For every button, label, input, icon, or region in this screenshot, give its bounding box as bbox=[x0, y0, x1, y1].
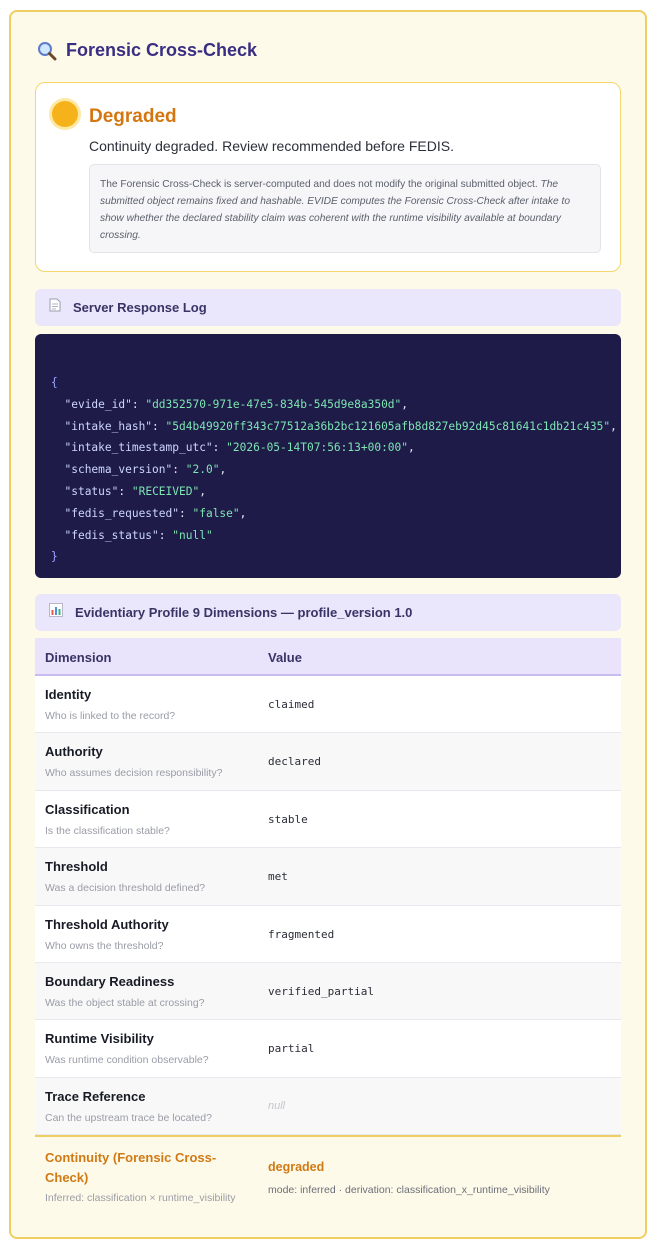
forensic-cross-check-card: Forensic Cross-Check Degraded Continuity… bbox=[9, 10, 647, 1239]
dimension-name: Identity bbox=[45, 687, 92, 702]
dimension-value: claimed bbox=[268, 698, 315, 711]
document-icon bbox=[49, 298, 61, 317]
dimension-value: declared bbox=[268, 755, 321, 769]
dimension-name: Threshold Authority bbox=[45, 916, 169, 932]
magnifier-icon bbox=[37, 41, 57, 61]
dimension-question: Can the upstream trace be located? bbox=[45, 1111, 212, 1124]
dimension-name: Boundary Readiness bbox=[45, 973, 175, 989]
status-dot-icon bbox=[52, 101, 78, 127]
table-row: Authority Who assumes decision responsib… bbox=[35, 733, 621, 791]
code-line: "fedis_status": "null" bbox=[64, 528, 213, 542]
server-response-code: { "evide_id": "dd352570-971e-47e5-834b-5… bbox=[35, 334, 621, 578]
code-line: "intake_timestamp_utc": "2026-05-14T07:5… bbox=[64, 441, 415, 455]
dimension-question: Who owns the threshold? bbox=[45, 939, 164, 952]
dimension-name: Authority bbox=[45, 744, 103, 760]
table-row: Runtime Visibility Was runtime condition… bbox=[35, 1020, 621, 1078]
dimension-question: Is the classification stable? bbox=[45, 824, 170, 837]
continuity-value: degraded bbox=[268, 1160, 325, 1175]
dimension-name: Runtime Visibility bbox=[45, 1031, 154, 1047]
continuity-mode: mode: inferred · derivation: classificat… bbox=[268, 1184, 550, 1197]
table-row: Threshold Authority Who owns the thresho… bbox=[35, 905, 621, 963]
dimension-question: Who is linked to the record? bbox=[45, 710, 176, 722]
status-panel: Degraded Continuity degraded. Review rec… bbox=[35, 82, 621, 272]
column-header-dimension: Dimension bbox=[45, 650, 112, 665]
table-row: Threshold Was a decision threshold defin… bbox=[35, 848, 621, 906]
dimension-question: Who assumes decision responsibility? bbox=[45, 767, 223, 780]
dimension-value: verified_partial bbox=[268, 984, 374, 998]
dimension-value: stable bbox=[268, 812, 308, 826]
server-log-header[interactable]: Server Response Log bbox=[35, 289, 621, 326]
dimension-value: partial bbox=[268, 1042, 315, 1056]
code-line: "status": "RECEIVED", bbox=[64, 484, 206, 498]
profile-title: Evidentiary Profile 9 Dimensions — profi… bbox=[75, 605, 413, 620]
continuity-inferred: Inferred: classification × runtime_visib… bbox=[45, 1192, 236, 1205]
dimension-name: Threshold bbox=[45, 859, 108, 875]
title-row: Forensic Cross-Check bbox=[37, 40, 257, 61]
dimension-value: met bbox=[268, 870, 288, 884]
profile-table: Dimension Value Identity Who is linked t… bbox=[35, 638, 621, 1213]
code-close-brace: } bbox=[51, 550, 58, 564]
dimension-question: Was runtime condition observable? bbox=[45, 1054, 209, 1067]
dimension-value: null bbox=[268, 1099, 286, 1112]
code-line: "intake_hash": "5d4b49920ff343c77512a36b… bbox=[64, 419, 617, 433]
note-line: The Forensic Cross-Check is server-compu… bbox=[100, 179, 538, 190]
table-header: Dimension Value bbox=[35, 638, 621, 676]
server-log-title: Server Response Log bbox=[73, 300, 207, 315]
status-summary: Continuity degraded. Review recommended … bbox=[89, 138, 454, 154]
code-line: "fedis_requested": "false", bbox=[64, 506, 247, 520]
status-label: Degraded bbox=[89, 106, 177, 127]
bar-chart-icon bbox=[49, 603, 63, 622]
code-line: "schema_version": "2.0", bbox=[64, 463, 227, 477]
column-header-value: Value bbox=[268, 650, 302, 665]
code-line: "evide_id": "dd352570-971e-47e5-834b-545… bbox=[64, 397, 409, 411]
dimension-question: Was the object stable at crossing? bbox=[45, 996, 205, 1009]
dimension-question: Was a decision threshold defined? bbox=[45, 882, 206, 895]
table-row: Identity Who is linked to the record? cl… bbox=[35, 676, 621, 734]
continuity-name: Continuity (Forensic Cross-Check) bbox=[45, 1150, 217, 1186]
table-row: Boundary Readiness Was the object stable… bbox=[35, 962, 621, 1021]
code-open-brace: { bbox=[51, 376, 58, 389]
profile-header[interactable]: Evidentiary Profile 9 Dimensions — profi… bbox=[35, 594, 621, 631]
dimension-value: fragmented bbox=[268, 927, 335, 941]
dimension-name: Classification bbox=[45, 801, 130, 817]
page-title: Forensic Cross-Check bbox=[66, 40, 258, 60]
status-note: The Forensic Cross-Check is server-compu… bbox=[89, 164, 601, 253]
dimension-name: Trace Reference bbox=[45, 1088, 146, 1104]
table-row: Classification Is the classification sta… bbox=[35, 790, 621, 849]
continuity-row: Continuity (Forensic Cross-Check) Inferr… bbox=[35, 1135, 621, 1213]
table-row: Trace Reference Can the upstream trace b… bbox=[35, 1077, 621, 1136]
